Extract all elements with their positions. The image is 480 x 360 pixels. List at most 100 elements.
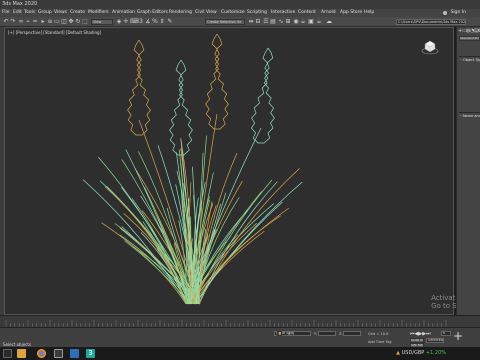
pivot-center-icon[interactable]: ◈ bbox=[116, 19, 122, 25]
collapse-icon: − bbox=[459, 58, 462, 62]
go-to-end-icon[interactable]: ⏭ bbox=[426, 331, 431, 337]
key-filter-dropdown[interactable]: Selected bbox=[426, 338, 444, 343]
menu-modifiers[interactable]: Modifiers bbox=[88, 10, 109, 15]
menu-graph-editors[interactable]: Graph Editors bbox=[137, 10, 168, 15]
category-dropdown[interactable]: Standard Primitives bbox=[459, 36, 480, 41]
workspace-path-field[interactable]: C:\Users\SPV\Documents\3ds Max 2020 bbox=[396, 19, 466, 25]
main-toolbar: ↶ ↷ ∞ ⌁ ≈ ▸ ≡ ▭ ◫ ✥ ↻ ⬚ View ◈ ✛ ⌨ 3 ∡ %… bbox=[0, 17, 480, 27]
align-icon[interactable]: ⊟ bbox=[255, 19, 261, 25]
grass-blade bbox=[98, 156, 190, 305]
y-coord-field[interactable] bbox=[318, 331, 336, 336]
grass-blade bbox=[198, 181, 278, 305]
schematic-view-icon[interactable]: ⊞ bbox=[285, 19, 291, 25]
chrome-icon[interactable] bbox=[37, 349, 46, 358]
command-panel-tabs: + ▭ ◍ ◔ ▤ ⚙ bbox=[458, 29, 480, 34]
curve-editor-icon[interactable]: ∿ bbox=[278, 19, 284, 25]
render-in-cloud-icon[interactable]: ☁ bbox=[326, 19, 332, 25]
keyboard-shortcut-override-icon[interactable]: ⌨ bbox=[130, 19, 139, 25]
redo-icon[interactable]: ↷ bbox=[10, 19, 16, 25]
app-title: 3ds Max 2020 bbox=[2, 1, 38, 7]
select-manipulate-icon[interactable]: ✛ bbox=[123, 19, 129, 25]
link-icon[interactable]: ∞ bbox=[18, 19, 24, 25]
menu-content[interactable]: Content bbox=[298, 10, 316, 15]
y-label: Y: bbox=[314, 332, 317, 336]
time-slider[interactable] bbox=[0, 315, 480, 327]
percent-snap-icon[interactable]: % bbox=[152, 19, 158, 25]
angle-snap-icon[interactable]: ∡ bbox=[145, 19, 151, 25]
name-and-color-label: Name and Color bbox=[462, 114, 480, 118]
name-and-color-rollout[interactable]: −Name and Color bbox=[459, 112, 480, 119]
seed-plume bbox=[261, 47, 275, 144]
rendered-frame-window-icon[interactable]: ▣ bbox=[308, 19, 314, 25]
menu-help[interactable]: Help bbox=[364, 10, 374, 15]
sign-in-button[interactable]: Sign In bbox=[451, 10, 466, 15]
select-rotate-icon[interactable]: ↻ bbox=[75, 19, 81, 25]
snaps-toggle-icon[interactable]: 3 bbox=[138, 19, 144, 25]
menu-app-store[interactable]: App Store bbox=[340, 10, 362, 15]
lock-selection-icon[interactable]: 🔒 bbox=[277, 331, 282, 336]
undo-icon[interactable]: ↶ bbox=[3, 19, 9, 25]
ticker-symbol: USD/GBP bbox=[401, 350, 425, 356]
perspective-viewport[interactable]: [+] [Perspective] [Standard] [Default Sh… bbox=[4, 27, 461, 316]
bind-spacewarp-icon[interactable]: ≈ bbox=[32, 19, 38, 25]
timeline-ticks bbox=[5, 320, 447, 327]
menu-rendering[interactable]: Rendering bbox=[169, 10, 192, 15]
render-setup-icon[interactable]: ☕ bbox=[300, 19, 306, 25]
3ds-max-icon[interactable]: 3 bbox=[86, 349, 95, 358]
menu-file[interactable]: File bbox=[2, 10, 10, 15]
object-type-rollout[interactable]: −Object Type bbox=[459, 56, 480, 63]
ticker-change: +1.20% bbox=[425, 350, 446, 356]
x-label: X: bbox=[288, 332, 292, 336]
menu-views[interactable]: Views bbox=[54, 10, 67, 15]
z-coord-field[interactable] bbox=[343, 331, 361, 336]
add-icon[interactable]: + bbox=[452, 330, 464, 342]
seed-plume bbox=[127, 39, 142, 136]
material-editor-icon[interactable]: ◉ bbox=[293, 19, 299, 25]
select-move-icon[interactable]: ✥ bbox=[68, 19, 74, 25]
trend-up-icon: ▲ bbox=[396, 350, 401, 356]
menu-create[interactable]: Create bbox=[70, 10, 85, 15]
collapse-icon: − bbox=[459, 114, 462, 118]
unlink-icon[interactable]: ⌁ bbox=[25, 19, 31, 25]
named-selection-set-dropdown[interactable]: Create Selection Se bbox=[205, 19, 245, 25]
select-scale-icon[interactable]: ⬚ bbox=[82, 19, 88, 25]
select-object-icon[interactable]: ▸ bbox=[40, 19, 46, 25]
user-icon[interactable] bbox=[443, 11, 447, 15]
menu-scripting[interactable]: Scripting bbox=[247, 10, 267, 15]
rectangular-selection-icon[interactable]: ▭ bbox=[54, 19, 60, 25]
edit-named-selection-icon[interactable]: ✎ bbox=[167, 19, 173, 25]
mirror-icon[interactable]: ⇹ bbox=[248, 19, 254, 25]
select-by-name-icon[interactable]: ≡ bbox=[47, 19, 53, 25]
grass-model[interactable] bbox=[5, 28, 455, 316]
object-type-label: Object Type bbox=[462, 58, 480, 62]
photos-icon[interactable] bbox=[70, 349, 79, 358]
add-time-tag-button[interactable]: Add Time Tag bbox=[368, 340, 392, 344]
menu-interactive[interactable]: Interactive bbox=[271, 10, 295, 15]
scene-explorer-icon[interactable]: ▤ bbox=[270, 19, 276, 25]
currency-ticker[interactable]: ▲ USD/GBP +1.20% bbox=[396, 350, 446, 356]
menu-tools[interactable]: Tools bbox=[24, 10, 35, 15]
reference-coordinate-dropdown[interactable]: View bbox=[91, 19, 113, 25]
menu-animation[interactable]: Animation bbox=[112, 10, 135, 15]
window-crossing-icon[interactable]: ◫ bbox=[61, 19, 67, 25]
menu-customize[interactable]: Customize bbox=[221, 10, 245, 15]
windows-taskbar: 3 ▲ USD/GBP +1.20% bbox=[0, 347, 480, 360]
grass-blade bbox=[99, 180, 191, 305]
file-explorer-icon[interactable] bbox=[17, 349, 26, 358]
media-player-icon[interactable] bbox=[54, 349, 63, 358]
layer-explorer-icon[interactable]: ☰ bbox=[263, 19, 269, 25]
spinner-snap-icon[interactable]: ⇕ bbox=[159, 19, 165, 25]
seed-plume bbox=[250, 47, 269, 144]
menu-group[interactable]: Group bbox=[38, 10, 52, 15]
grass-blade bbox=[82, 179, 188, 305]
menu-edit[interactable]: Edit bbox=[13, 10, 22, 15]
menu-bar: File Edit Tools Group Views Create Modif… bbox=[0, 9, 480, 17]
menu-arnold[interactable]: Arnold bbox=[321, 10, 336, 15]
x-coord-field[interactable] bbox=[293, 331, 311, 336]
search-icon[interactable] bbox=[3, 349, 12, 358]
render-production-icon[interactable]: ☕ bbox=[316, 19, 322, 25]
status-bar: None Selected 🔒 X: Y: Z: Grid = 10.0 Add… bbox=[0, 327, 480, 348]
menu-civil-view[interactable]: Civil View bbox=[195, 10, 217, 15]
current-frame-field[interactable]: 0 bbox=[441, 331, 451, 336]
grass-blade bbox=[106, 185, 200, 305]
